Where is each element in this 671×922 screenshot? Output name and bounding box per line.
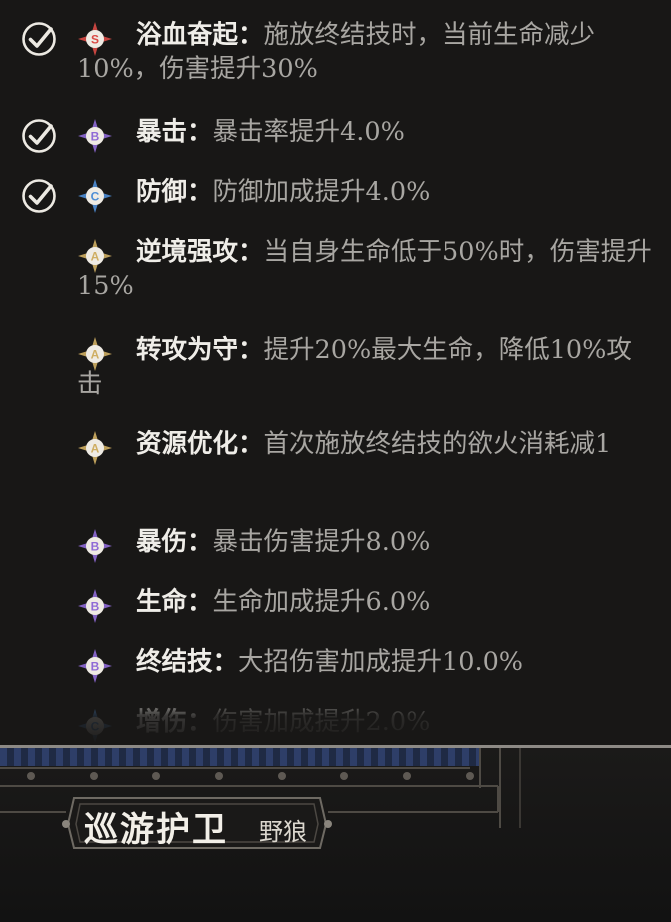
perk-text: 暴伤：暴击伤害提升8.0% (77, 525, 657, 559)
character-subtitle: 野狼 (259, 818, 307, 846)
perk-text: 资源优化：首次施放终结技的欲火消耗减1 (77, 427, 657, 461)
perk-separator: ： (238, 237, 264, 267)
perk-name: 暴伤 (136, 527, 188, 557)
perk-text: 防御：防御加成提升4.0% (77, 175, 657, 209)
perk-description: 暴击率提升4.0% (212, 117, 405, 147)
check-circle-icon (22, 119, 56, 153)
perk-separator: ： (187, 587, 213, 617)
perk-name: 终结技 (136, 647, 213, 677)
check-circle-icon (22, 179, 56, 213)
perk-text: 生命：生命加成提升6.0% (77, 585, 657, 619)
perk-description: 首次施放终结技的欲火消耗减1 (263, 429, 612, 459)
perk-separator: ： (187, 177, 213, 207)
perk-text: 暴击：暴击率提升4.0% (77, 115, 657, 149)
perk-name: 生命 (136, 587, 188, 617)
perk-name: 逆境强攻 (136, 237, 239, 267)
perk-separator: ： (238, 335, 264, 365)
perk-description: 防御加成提升4.0% (212, 177, 431, 207)
perk-separator: ： (238, 429, 264, 459)
perk-description: 暴击伤害提升8.0% (212, 527, 431, 557)
perk-separator: ： (238, 20, 264, 50)
scroll-fade (0, 690, 671, 748)
perk-separator: ： (187, 527, 213, 557)
perk-name: 浴血奋起 (136, 20, 239, 50)
check-circle-icon (22, 22, 56, 56)
perk-description: 生命加成提升6.0% (212, 587, 431, 617)
perk-separator: ： (212, 647, 239, 677)
perk-name: 转攻为守 (136, 335, 239, 365)
perk-name: 资源优化 (136, 429, 239, 459)
perk-list-panel[interactable]: S 浴血奋起：施放终结技时，当前生命减少10%，伤害提升30% B 暴击：暴击率提升4… (0, 0, 671, 748)
character-name: 巡游护卫 (84, 810, 228, 850)
perk-description: 大招伤害加成提升10.0% (238, 647, 524, 677)
perk-separator: ： (187, 117, 213, 147)
perk-name: 暴击 (136, 117, 188, 147)
perk-name: 防御 (136, 177, 188, 207)
perk-text: 终结技：大招伤害加成提升10.0% (77, 645, 657, 679)
character-card[interactable]: 巡游护卫 野狼 (0, 748, 671, 922)
perk-text: 逆境强攻：当自身生命低于50%时，伤害提升15% (77, 235, 657, 303)
perk-text: 转攻为守：提升20%最大生命，降低10%攻击 (77, 333, 657, 401)
perk-text: 浴血奋起：施放终结技时，当前生命减少10%，伤害提升30% (77, 18, 657, 86)
